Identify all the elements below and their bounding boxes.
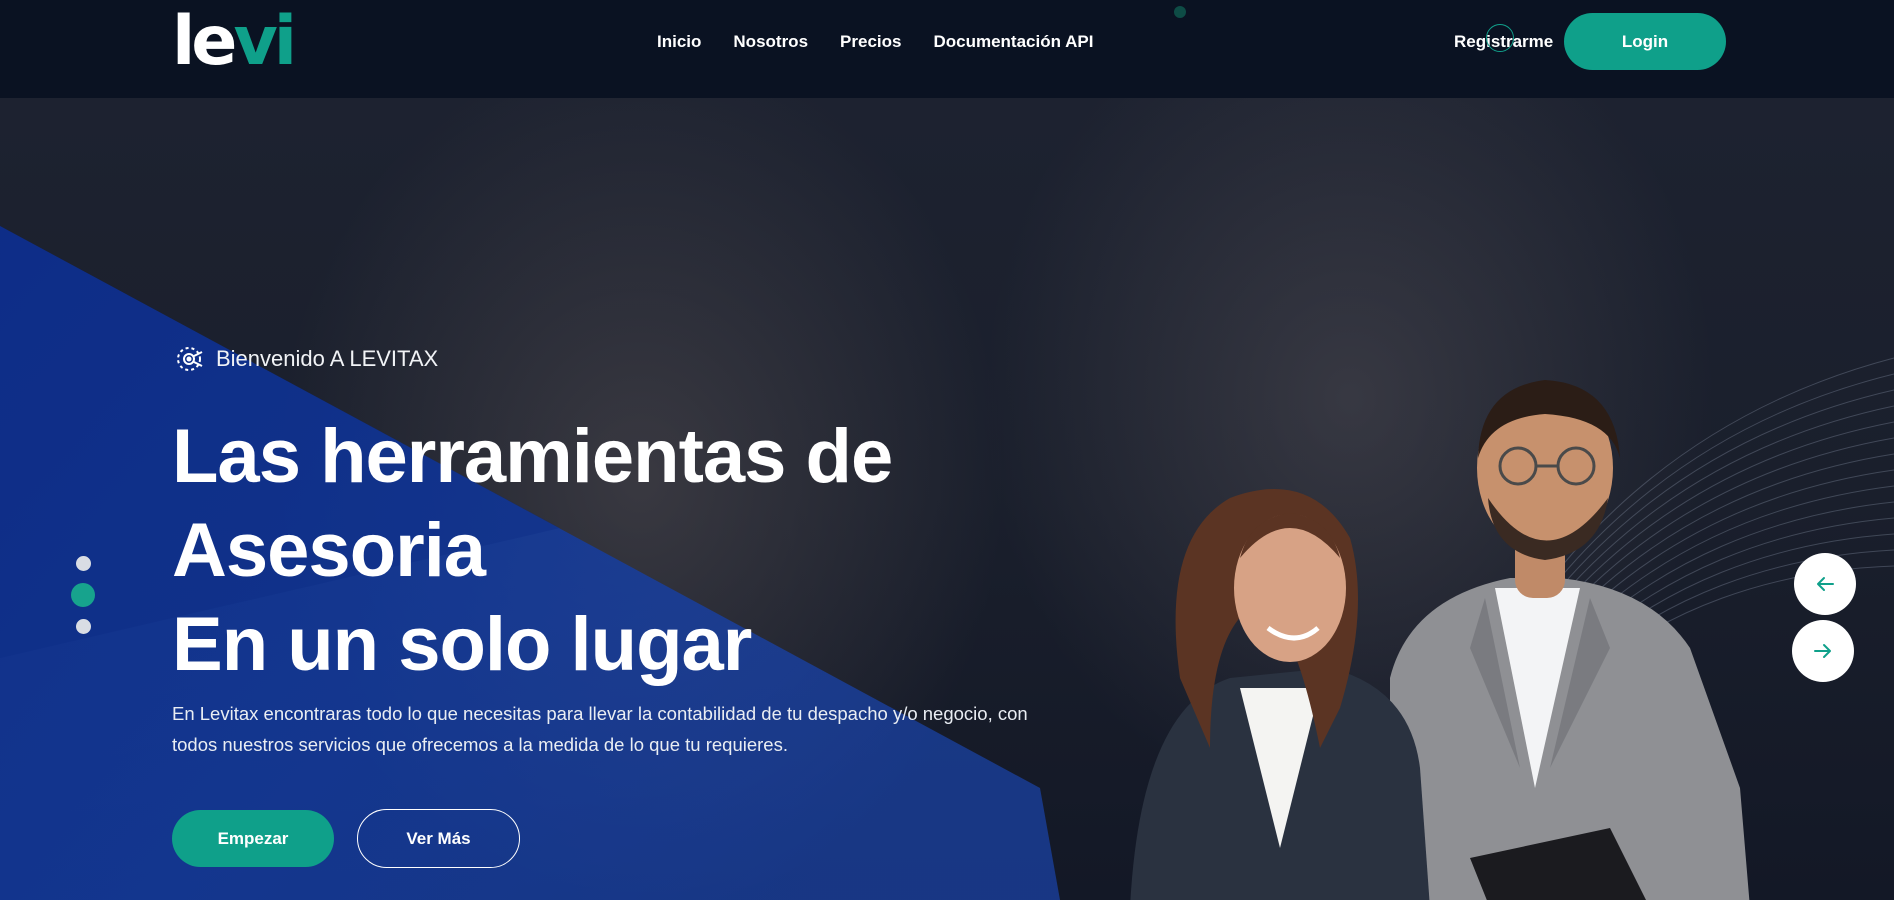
arrow-left-icon — [1817, 577, 1834, 591]
slider-next-button[interactable] — [1792, 620, 1854, 682]
slide-dot-2-active[interactable] — [71, 583, 95, 607]
nav-link-nosotros[interactable]: Nosotros — [733, 30, 808, 54]
hero-section: Bienvenido A LEVITAX Las herramientas de… — [0, 98, 1894, 900]
gear-sparkle-icon — [177, 347, 203, 371]
nav-link-precios[interactable]: Precios — [840, 30, 901, 54]
nav-link-documentacion-api[interactable]: Documentación API — [933, 30, 1093, 54]
see-more-button[interactable]: Ver Más — [357, 809, 520, 868]
cursor-ring-decoration — [1486, 24, 1514, 52]
arrow-right-icon — [1814, 644, 1831, 658]
hero-title-line-3: En un solo lugar — [172, 602, 752, 687]
slider-prev-button[interactable] — [1794, 553, 1856, 615]
slider-pagination — [71, 556, 95, 638]
main-nav: Inicio Nosotros Precios Documentación AP… — [657, 30, 1093, 54]
site-header: levi Inicio Nosotros Precios Documentaci… — [0, 0, 1894, 98]
hero-title: Las herramientas de Asesoria En un solo … — [172, 410, 893, 692]
slide-dot-3[interactable] — [76, 619, 91, 634]
logo-text-part2: vi — [233, 2, 297, 81]
hero-people-image — [1130, 380, 1750, 900]
logo-text-part1: le — [172, 2, 237, 81]
welcome-text: Bienvenido A LEVITAX — [216, 346, 439, 371]
hero-title-line-2: Asesoria — [172, 508, 486, 593]
decorative-dot — [1174, 6, 1186, 18]
login-button[interactable]: Login — [1564, 13, 1726, 70]
levi-logo[interactable]: levi — [172, 6, 297, 78]
nav-link-inicio[interactable]: Inicio — [657, 30, 701, 54]
welcome-tagline: Bienvenido A LEVITAX — [172, 342, 438, 376]
slide-dot-1[interactable] — [76, 556, 91, 571]
hero-description: En Levitax encontraras todo lo que neces… — [172, 703, 1028, 755]
hero-title-line-1: Las herramientas de — [172, 414, 893, 499]
start-button[interactable]: Empezar — [172, 810, 334, 867]
